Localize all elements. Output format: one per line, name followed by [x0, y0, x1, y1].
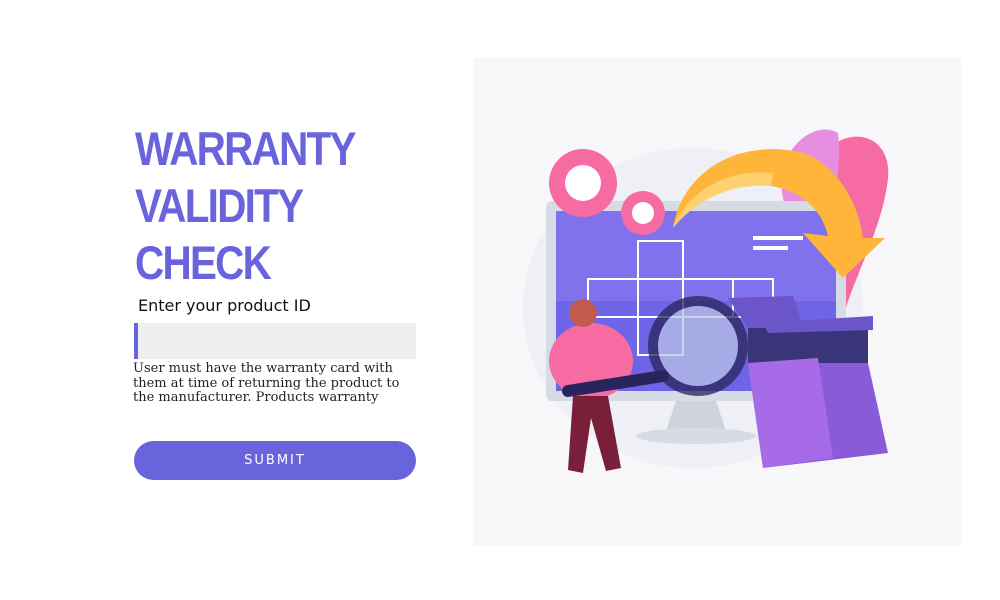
product-id-field-wrapper [134, 323, 416, 359]
product-id-label: Enter your product ID [138, 296, 311, 315]
page-title: WARRANTY VALIDITY CHECK [135, 120, 410, 291]
product-id-input[interactable] [138, 323, 416, 359]
illustration-svg [523, 129, 889, 473]
title-line-3: CHECK [135, 236, 272, 289]
help-text: User must have the warranty card with th… [133, 361, 400, 405]
submit-button[interactable]: SUBMIT [134, 441, 416, 480]
title-line-2: VALIDITY [135, 179, 304, 232]
warranty-check-illustration [473, 58, 961, 546]
title-line-1: WARRANTY [135, 122, 356, 175]
